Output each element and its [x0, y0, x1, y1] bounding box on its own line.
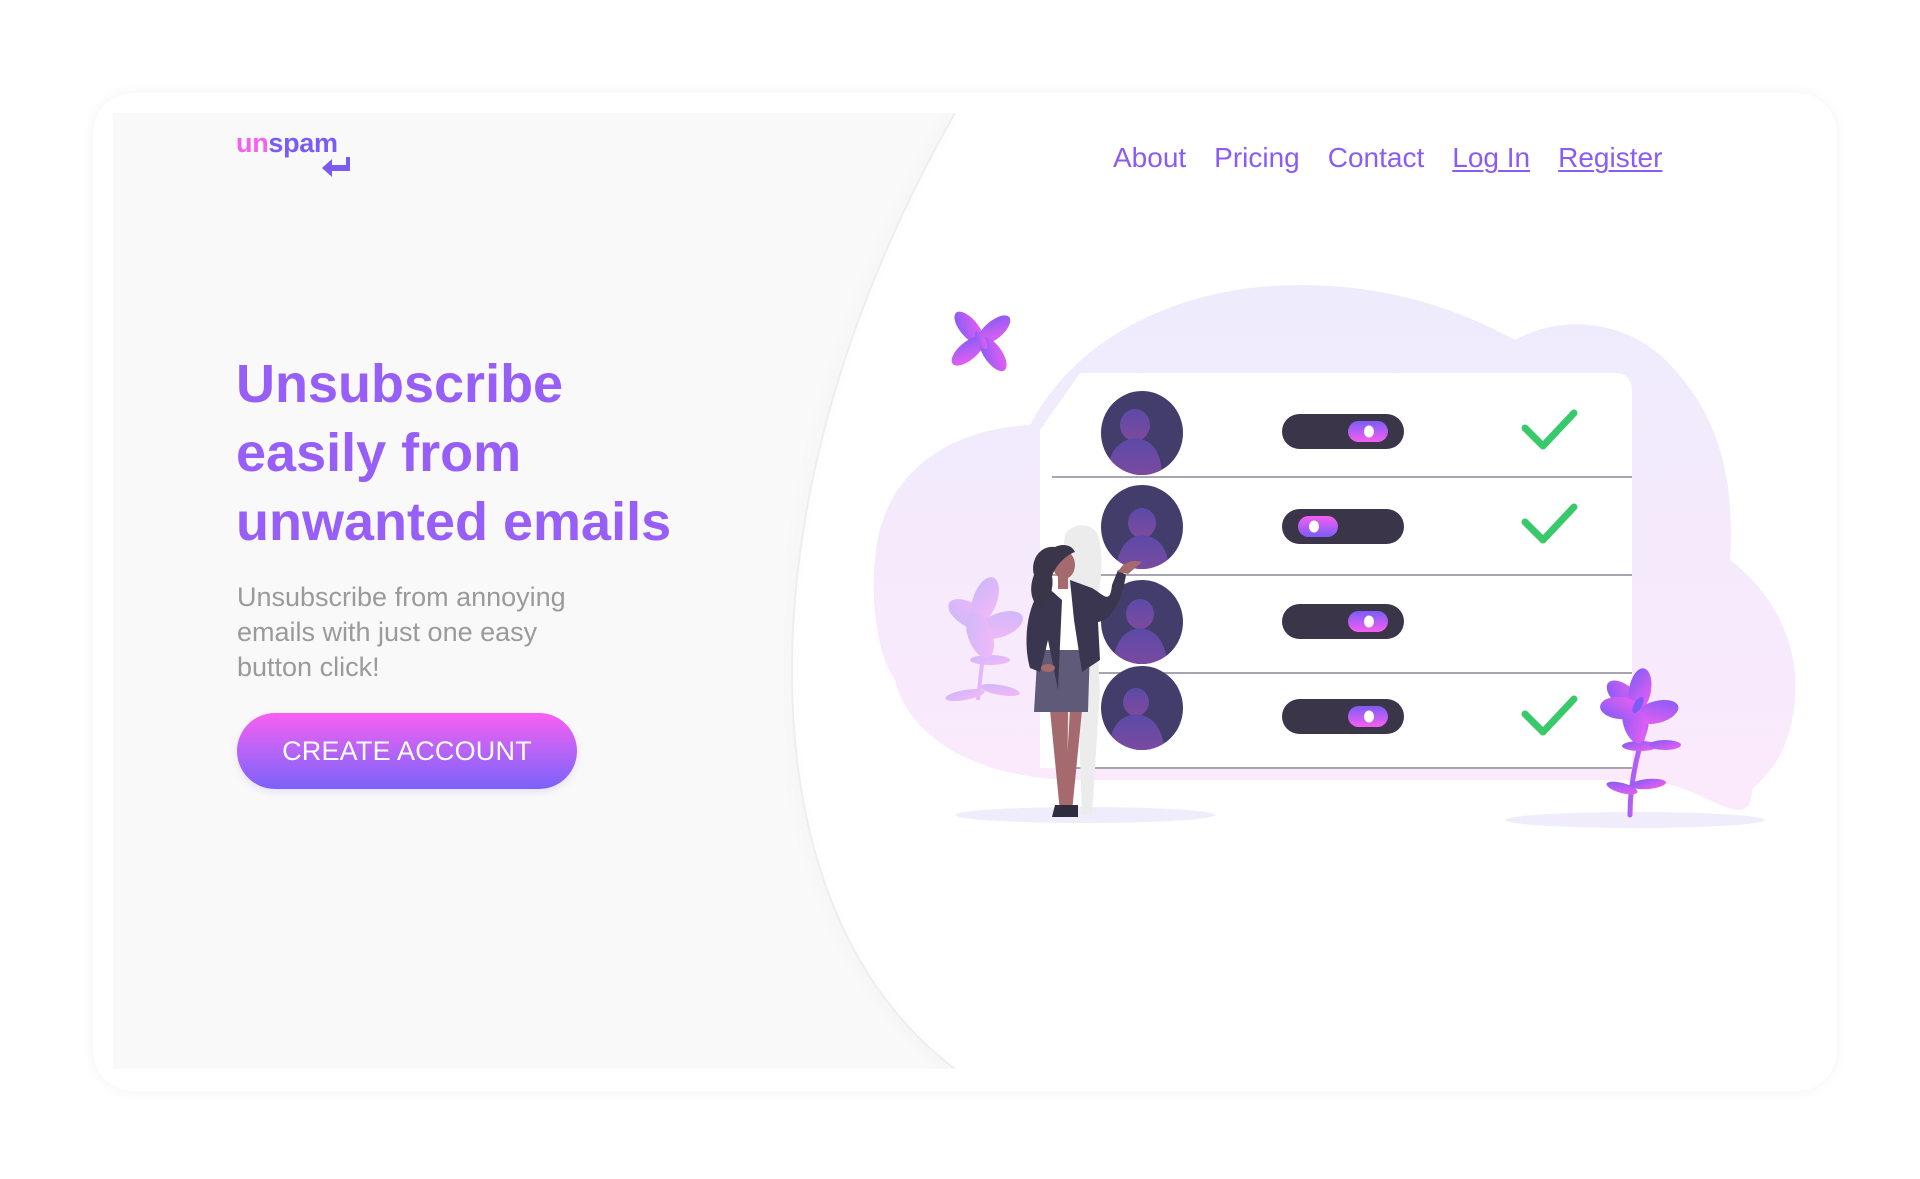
butterfly-icon: [951, 311, 1011, 372]
unsubscribe-toggle[interactable]: [1282, 699, 1404, 734]
hero-illustration: [873, 285, 1796, 828]
unsubscribe-toggle[interactable]: [1282, 604, 1404, 639]
unsubscribe-toggle[interactable]: [1282, 509, 1404, 544]
ground-shadow-right: [1505, 812, 1765, 828]
unsubscribe-toggle[interactable]: [1282, 414, 1404, 449]
